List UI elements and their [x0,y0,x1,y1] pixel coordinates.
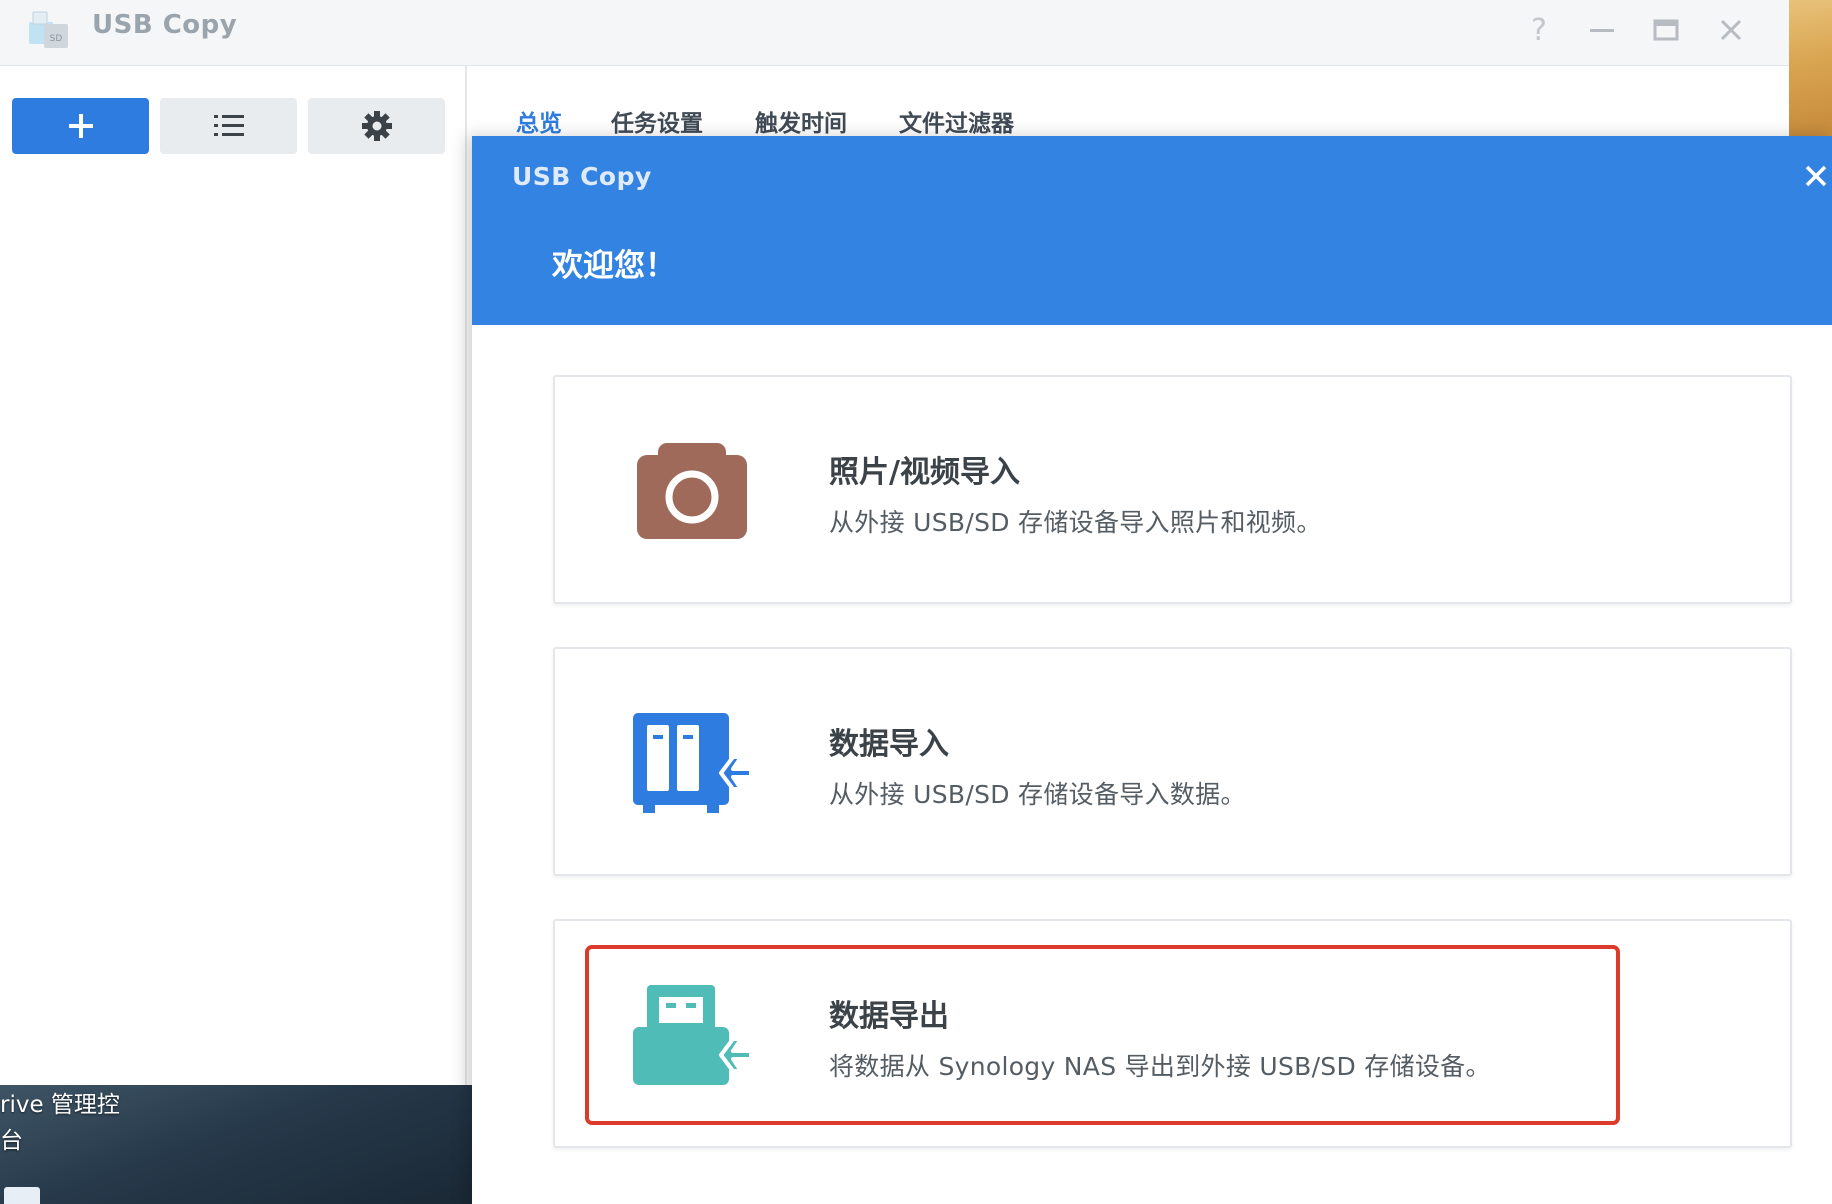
desktop-background: rive 管理控 台 [0,1085,472,1204]
tab-task-settings[interactable]: 任务设置 [611,104,703,138]
usb-export-icon [633,985,751,1085]
option-data-import[interactable]: 数据导入 从外接 USB/SD 存储设备导入数据。 [553,647,1792,876]
option-data-export[interactable]: 数据导出 将数据从 Synology NAS 导出到外接 USB/SD 存储设备… [553,919,1792,1148]
option-title: 数据导出 [829,999,949,1034]
gear-icon [361,111,392,141]
settings-button[interactable] [308,98,445,154]
option-title: 照片/视频导入 [829,455,1020,490]
help-button[interactable]: ? [1515,6,1563,54]
list-icon [213,115,244,136]
close-icon [1805,165,1827,187]
dialog-title: USB Copy [512,162,652,191]
tab-overview[interactable]: 总览 [516,104,562,138]
camera-icon [637,443,747,539]
option-photo-video-import[interactable]: 照片/视频导入 从外接 USB/SD 存储设备导入照片和视频。 [553,375,1792,604]
plus-icon [68,114,93,138]
usb-copy-app-icon: SD [29,11,68,48]
main-tab-bar: 总览 任务设置 触发时间 文件过滤器 [470,66,1789,138]
help-icon: ? [1531,12,1547,48]
welcome-heading: 欢迎您！ [552,248,676,284]
maximize-button[interactable] [1642,6,1690,54]
maximize-icon [1653,19,1679,41]
task-list-button[interactable] [160,98,297,154]
option-description: 从外接 USB/SD 存储设备导入数据。 [829,780,1246,809]
minimize-icon [1590,29,1614,32]
desktop-file-icon[interactable] [4,1187,40,1204]
desktop-wallpaper-edge [1789,0,1832,136]
sidebar [0,66,467,1085]
option-title: 数据导入 [829,727,949,762]
add-task-button[interactable] [12,98,149,154]
desktop-shortcut-label[interactable]: rive 管理控 [0,1085,120,1119]
tab-file-filter[interactable]: 文件过滤器 [899,104,1014,138]
tab-trigger-time[interactable]: 触发时间 [755,104,847,138]
close-icon [1720,19,1742,41]
nas-import-icon [633,713,751,813]
dialog-header: USB Copy 欢迎您！ [472,136,1832,325]
option-description: 从外接 USB/SD 存储设备导入照片和视频。 [829,508,1322,537]
svg-text:SD: SD [50,34,63,44]
option-description: 将数据从 Synology NAS 导出到外接 USB/SD 存储设备。 [829,1052,1491,1081]
dialog-close-button[interactable] [1800,160,1832,192]
window-titlebar: SD USB Copy ? [0,0,1789,66]
minimize-button[interactable] [1578,6,1626,54]
close-window-button[interactable] [1707,6,1755,54]
window-title: USB Copy [92,10,238,40]
welcome-dialog: USB Copy 欢迎您！ 照片/视频导入 从外接 USB/SD 存储设备导入照… [472,136,1832,1204]
desktop-shortcut-label-line2[interactable]: 台 [0,1121,23,1155]
